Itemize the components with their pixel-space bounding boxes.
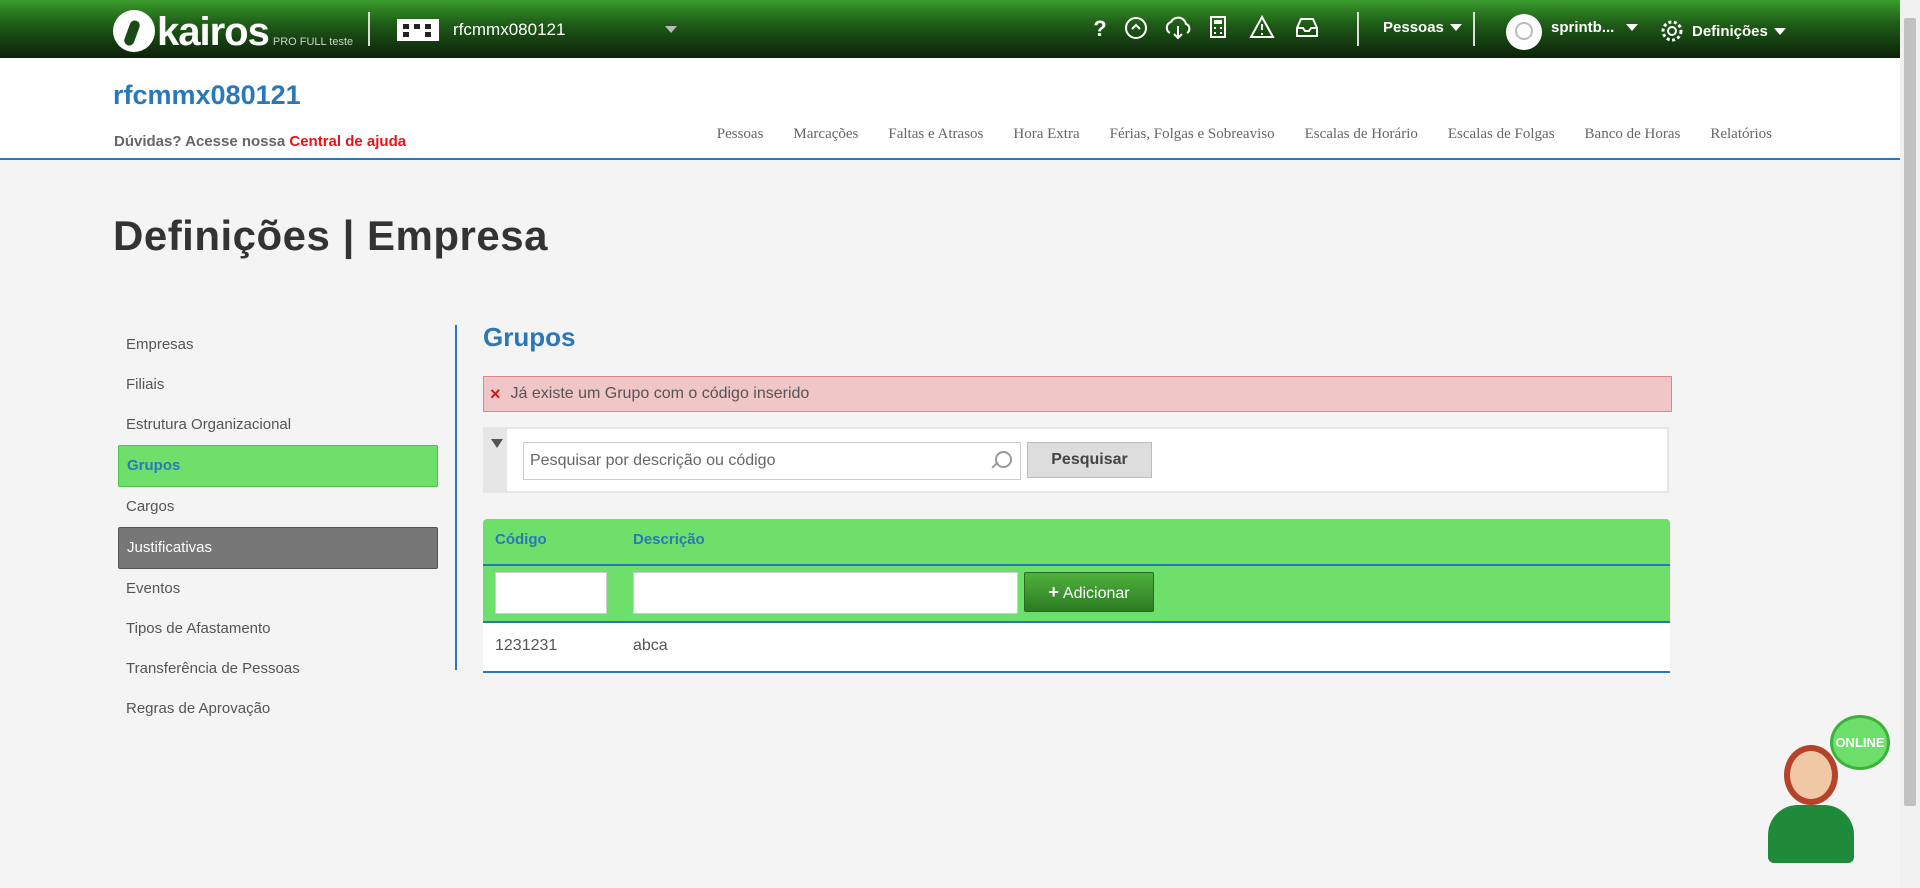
nav-item-hora-extra[interactable]: Hora Extra — [1013, 126, 1079, 143]
nav-item-marcacoes[interactable]: Marcações — [793, 126, 858, 143]
filter-icon[interactable] — [485, 429, 507, 491]
codigo-input[interactable] — [495, 572, 607, 614]
user-menu-label: sprintb... — [1551, 19, 1615, 36]
online-badge: ONLINE — [1830, 715, 1890, 770]
page-title: Definições | Empresa — [113, 212, 548, 259]
add-button[interactable]: + Adicionar — [1024, 572, 1154, 612]
chat-bubble-icon[interactable] — [1121, 15, 1151, 43]
brand-sub: PRO FULL teste — [272, 36, 354, 48]
support-agent-icon — [1784, 745, 1838, 805]
sidebar-item-estrutura[interactable]: Estrutura Organizacional — [118, 405, 438, 445]
nav-item-ferias-folgas[interactable]: Férias, Folgas e Sobreaviso — [1110, 126, 1275, 143]
logo-mark-icon — [113, 10, 155, 52]
cell-codigo: 1231231 — [495, 637, 558, 654]
sidebar-item-regras-aprovacao[interactable]: Regras de Aprovação — [118, 689, 438, 729]
nav-item-escalas-folgas[interactable]: Escalas de Folgas — [1448, 126, 1555, 143]
add-row: + Adicionar — [483, 566, 1670, 623]
help-line: Dúvidas? Acesse nossa Central de ajuda — [114, 133, 406, 150]
cell-descricao: abca — [633, 637, 668, 654]
pessoas-menu[interactable]: Pessoas — [1383, 19, 1462, 36]
sidebar-item-filiais[interactable]: Filiais — [118, 365, 438, 405]
main-nav: Pessoas Marcações Faltas e Atrasos Hora … — [687, 126, 1772, 143]
company-title[interactable]: rfcmmx080121 — [113, 80, 301, 111]
sidebar-item-cargos[interactable]: Cargos — [118, 487, 438, 527]
building-icon — [397, 19, 439, 41]
search-placeholder: Pesquisar por descrição ou código — [530, 452, 776, 469]
divider — [1473, 12, 1475, 46]
cloud-download-icon[interactable] — [1163, 15, 1193, 43]
chevron-down-icon[interactable] — [665, 26, 677, 33]
warning-icon[interactable] — [1247, 14, 1277, 43]
company-selector[interactable]: rfcmmx080121 — [397, 19, 565, 41]
user-menu[interactable]: sprintb... — [1551, 19, 1639, 36]
nav-item-banco-horas[interactable]: Banco de Horas — [1585, 126, 1681, 143]
sidebar-item-eventos[interactable]: Eventos — [118, 569, 438, 609]
search-input[interactable]: Pesquisar por descrição ou código — [523, 442, 1021, 480]
help-center-link[interactable]: Central de ajuda — [289, 133, 406, 150]
groups-table: Código Descrição + Adicionar 1231231 abca — [483, 519, 1670, 673]
pessoas-menu-label: Pessoas — [1383, 19, 1444, 36]
caret-down-icon — [1626, 24, 1639, 31]
settings-menu[interactable]: Definições — [1660, 19, 1786, 43]
divider — [368, 12, 370, 46]
nav-item-faltas-atrasos[interactable]: Faltas e Atrasos — [888, 126, 983, 143]
sidebar-item-tipos-afastamento[interactable]: Tipos de Afastamento — [118, 609, 438, 649]
close-icon[interactable]: × — [490, 384, 501, 405]
kairos-logo[interactable]: kairos PRO FULL teste — [113, 4, 353, 52]
search-panel: Pesquisar por descrição ou código Pesqui… — [483, 427, 1669, 493]
company-header: rfcmmx080121 Dúvidas? Acesse nossa Centr… — [0, 58, 1900, 160]
calculator-icon[interactable] — [1203, 15, 1233, 43]
caret-down-icon — [1773, 27, 1786, 35]
divider — [1357, 12, 1359, 46]
company-selector-label: rfcmmx080121 — [453, 20, 566, 39]
add-button-label: Adicionar — [1062, 585, 1130, 602]
search-button[interactable]: Pesquisar — [1027, 442, 1152, 478]
table-row[interactable]: 1231231 abca — [483, 623, 1670, 673]
support-agent-body — [1768, 805, 1854, 863]
nav-item-escalas-horario[interactable]: Escalas de Horário — [1305, 126, 1418, 143]
column-header-codigo[interactable]: Código — [495, 531, 547, 548]
help-icon[interactable]: ? — [1085, 15, 1115, 43]
caret-down-icon — [1449, 24, 1462, 31]
inbox-icon[interactable] — [1292, 15, 1322, 43]
nav-item-relatorios[interactable]: Relatórios — [1710, 126, 1772, 143]
sidebar-item-empresas[interactable]: Empresas — [118, 325, 438, 365]
nav-item-pessoas[interactable]: Pessoas — [717, 126, 764, 143]
chat-widget[interactable]: ONLINE — [1760, 715, 1890, 865]
plus-icon: + — [1048, 582, 1059, 602]
gear-icon — [1661, 20, 1683, 42]
section-title: Grupos — [483, 322, 576, 352]
column-header-descricao[interactable]: Descrição — [633, 531, 705, 548]
help-prefix: Dúvidas? Acesse nossa — [114, 133, 286, 150]
top-bar: kairos PRO FULL teste rfcmmx080121 ? Pes… — [0, 0, 1900, 58]
settings-sidebar: Empresas Filiais Estrutura Organizaciona… — [118, 325, 438, 729]
sidebar-item-justificativas[interactable]: Justificativas — [118, 527, 438, 569]
scrollbar-thumb[interactable] — [1904, 18, 1916, 806]
avatar[interactable] — [1506, 14, 1542, 50]
settings-menu-label: Definições — [1692, 22, 1768, 40]
table-header: Código Descrição — [483, 519, 1670, 566]
alert-message: Já existe um Grupo com o código inserido — [510, 385, 810, 402]
error-alert: × Já existe um Grupo com o código inseri… — [483, 376, 1672, 412]
descricao-input[interactable] — [633, 572, 1018, 614]
search-icon[interactable] — [995, 451, 1012, 468]
brand-name: kairos — [157, 10, 270, 54]
sidebar-item-grupos[interactable]: Grupos — [118, 445, 438, 487]
sidebar-item-transferencia[interactable]: Transferência de Pessoas — [118, 649, 438, 689]
page-scrollbar[interactable] — [1900, 0, 1920, 888]
divider — [455, 325, 457, 670]
